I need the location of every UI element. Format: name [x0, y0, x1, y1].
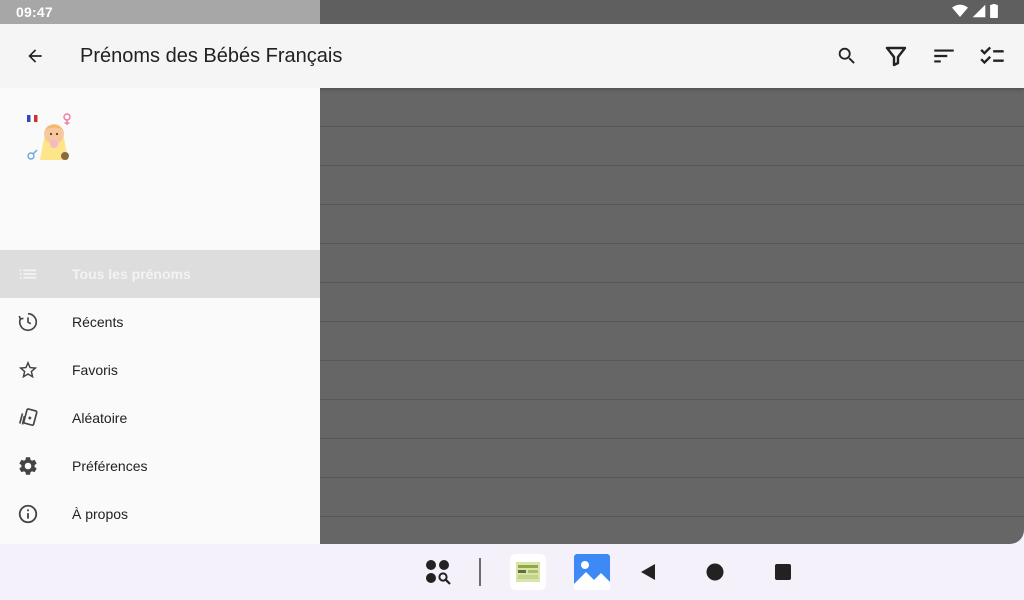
list-icon	[16, 262, 40, 286]
filter-button[interactable]	[880, 40, 912, 72]
sort-button[interactable]	[928, 40, 960, 72]
drawer-item-label: Tous les prénoms	[72, 266, 191, 282]
drawer-item-label: Aléatoire	[72, 410, 128, 426]
filter-icon	[885, 46, 907, 67]
search-button[interactable]	[831, 40, 863, 72]
app-shortcut-icon	[516, 562, 540, 582]
drawer-item-label: Préférences	[72, 458, 148, 474]
back-nav-button[interactable]	[634, 558, 662, 586]
drawer-item-about[interactable]: À propos	[0, 490, 320, 538]
cards-icon	[16, 406, 40, 430]
app-logo-icon	[27, 113, 71, 160]
navigation-drawer: Tous les prénoms Récents Favoris Aléatoi…	[0, 88, 320, 544]
info-icon	[16, 502, 40, 526]
status-bar: 09:47	[0, 0, 1024, 24]
home-nav-button[interactable]	[701, 558, 729, 586]
checklist-icon	[980, 46, 1004, 65]
back-button[interactable]	[20, 41, 50, 71]
sort-icon	[934, 49, 954, 63]
page-title: Prénoms des Bébés Français	[80, 45, 343, 67]
system-nav-bar	[0, 544, 1024, 600]
star-icon	[16, 358, 40, 382]
screen: Prénoms des Bébés Français Tous les prén…	[0, 0, 1024, 544]
app-drawer-button[interactable]	[422, 556, 454, 588]
multi-select-button[interactable]	[976, 40, 1008, 72]
recents-icon	[775, 564, 791, 580]
status-time: 09:47	[16, 4, 53, 20]
history-icon	[16, 310, 40, 334]
drawer-item-recent[interactable]: Récents	[0, 298, 320, 346]
drawer-item-all-names[interactable]: Tous les prénoms	[0, 250, 320, 298]
search-icon	[838, 47, 855, 64]
app-shortcut-button[interactable]	[510, 554, 546, 590]
arrow-back-icon	[28, 49, 42, 63]
app-drawer-search-icon	[426, 560, 451, 585]
back-icon	[641, 564, 655, 580]
drawer-item-label: Favoris	[72, 362, 118, 378]
drawer-item-random[interactable]: Aléatoire	[0, 394, 320, 442]
home-icon	[706, 563, 724, 581]
drawer-item-favorites[interactable]: Favoris	[0, 346, 320, 394]
battery-icon	[990, 4, 998, 18]
drawer-header	[0, 88, 320, 250]
gallery-button[interactable]	[572, 552, 612, 592]
taskbar-divider	[479, 558, 481, 586]
gallery-icon	[574, 554, 610, 590]
drawer-item-label: Récents	[72, 314, 124, 330]
signal-icon	[972, 4, 986, 18]
wifi-icon	[952, 4, 968, 18]
gear-icon	[16, 454, 40, 478]
status-icons	[952, 4, 998, 18]
app-bar: Prénoms des Bébés Français	[0, 24, 1024, 88]
recents-nav-button[interactable]	[769, 558, 797, 586]
drawer-item-label: À propos	[72, 506, 129, 522]
drawer-item-preferences[interactable]: Préférences	[0, 442, 320, 490]
